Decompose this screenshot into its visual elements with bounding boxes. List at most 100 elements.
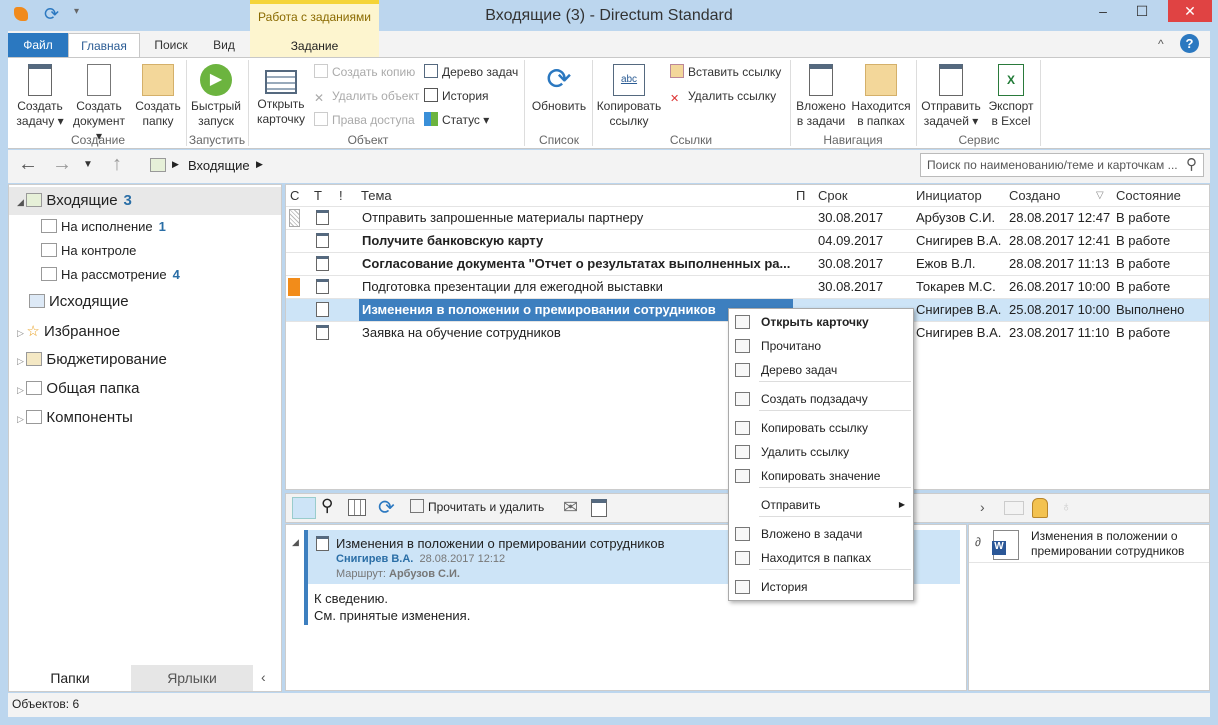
menu-item-label: Дерево задач xyxy=(761,363,838,377)
column-header-importance[interactable]: ! xyxy=(339,185,343,206)
preview-date: 28.08.2017 12:12 xyxy=(419,553,506,565)
menu-item-delete-link[interactable]: Удалить ссылку xyxy=(729,440,913,464)
menu-item-create-subtask[interactable]: Создать подзадачу xyxy=(729,387,913,411)
menu-item-task-tree[interactable]: Дерево задач xyxy=(729,358,913,382)
collapse-triangle-icon[interactable]: ◢ xyxy=(292,537,299,548)
tree-item-inbox[interactable]: ◢ Входящие 3 xyxy=(17,192,132,209)
folder-search-icon xyxy=(735,551,750,565)
table-row[interactable]: Подготовка презентации для ежегодной выс… xyxy=(286,275,1209,298)
column-header-type[interactable]: Т xyxy=(314,185,322,206)
close-button[interactable]: ✕ xyxy=(1168,0,1212,22)
menu-item-attached-to-tasks[interactable]: Вложено в задачи xyxy=(729,522,913,546)
in-folders-button[interactable]: Находится в папках xyxy=(850,64,912,129)
column-header-state-text[interactable]: Состояние xyxy=(1116,185,1181,206)
collapse-pane-icon[interactable]: ‹ xyxy=(261,669,266,685)
title-bar: ⟳ ▾ Входящие (3) - Directum Standard – ☐… xyxy=(0,0,1218,31)
copy-link-button[interactable]: abc Копировать ссылку xyxy=(596,64,662,129)
breadcrumb-arrow[interactable]: ▶ xyxy=(256,159,263,170)
access-rights-label: Права доступа xyxy=(332,113,415,127)
navigation-bar: ← → ▼ ↑ ▶ Входящие ▶ Поиск по наименован… xyxy=(8,150,1210,183)
attached-to-tasks-button[interactable]: Вложено в задачи xyxy=(794,64,848,129)
task-tree-button[interactable]: Дерево задач xyxy=(424,62,518,82)
tree-label: Общая папка xyxy=(46,380,140,397)
menu-item-send[interactable]: Отправить ▶ xyxy=(729,493,913,517)
tree-item-shared-folder[interactable]: ▷ Общая папка xyxy=(17,380,139,397)
table-row[interactable]: Согласование документа "Отчет о результа… xyxy=(286,252,1209,275)
minimize-button[interactable]: – xyxy=(1085,0,1121,22)
back-arrow-icon[interactable]: ← xyxy=(18,153,38,176)
table-row[interactable]: Получите банковскую карту 04.09.2017 Сниги… xyxy=(286,229,1209,252)
tree-item-outbox[interactable]: Исходящие xyxy=(29,293,129,310)
column-header-created[interactable]: Создано xyxy=(1009,185,1060,206)
tree-item-favorites[interactable]: ▷ ☆ Избранное xyxy=(17,322,120,340)
envelope-read-icon xyxy=(735,339,750,353)
copy-value-icon xyxy=(735,469,750,483)
tab-folders[interactable]: Папки xyxy=(9,665,131,691)
expand-chevron-icon[interactable]: › xyxy=(980,499,985,515)
tree-item-budgeting[interactable]: ▷ Бюджетирование xyxy=(17,351,167,368)
status-button[interactable]: Статус ▾ xyxy=(424,110,489,130)
menu-item-history[interactable]: История xyxy=(729,575,913,599)
collapse-ribbon-button[interactable]: ^ xyxy=(1158,37,1164,51)
menu-item-mark-read[interactable]: Прочитано xyxy=(729,334,913,358)
tab-home[interactable]: Главная xyxy=(68,33,140,58)
delete-link-button[interactable]: ✕ Удалить ссылку xyxy=(670,86,776,106)
column-header-initiator[interactable]: Инициатор xyxy=(916,185,982,206)
tree-item-components[interactable]: ▷ Компоненты xyxy=(17,409,133,426)
tree-item-on-control[interactable]: На контроле xyxy=(41,243,136,258)
tab-file[interactable]: Файл xyxy=(8,33,68,58)
tree-item-for-review[interactable]: На рассмотрение 4 xyxy=(41,267,180,282)
column-header-subject[interactable]: Тема xyxy=(361,185,392,206)
create-task-label: Создать задачу xyxy=(16,99,63,128)
refresh-button[interactable]: ⟳ Обновить xyxy=(528,64,590,114)
menu-item-in-folders[interactable]: Находится в папках xyxy=(729,546,913,570)
left-pane-tabs: Папки Ярлыки ‹ xyxy=(9,665,281,691)
tree-item-for-execution[interactable]: На исполнение 1 xyxy=(41,219,166,234)
preview-author[interactable]: Снигирев В.А. xyxy=(336,553,413,565)
tab-search[interactable]: Поиск xyxy=(146,33,196,58)
folder-icon xyxy=(142,64,174,96)
help-icon[interactable]: ? xyxy=(1180,34,1199,53)
create-task-button[interactable]: Создать задачу ▾ xyxy=(12,64,68,129)
maximize-button[interactable]: ☐ xyxy=(1124,0,1160,22)
up-arrow-icon[interactable]: ↑ xyxy=(112,153,122,176)
tab-shortcuts[interactable]: Ярлыки xyxy=(131,665,253,691)
table-view-icon[interactable] xyxy=(348,499,366,516)
open-card-button[interactable]: Открыть карточку xyxy=(252,64,310,127)
search-icon[interactable]: ⚲ xyxy=(1186,155,1197,173)
forward-task-icon[interactable] xyxy=(591,499,607,517)
history-button[interactable]: История xyxy=(424,86,489,106)
create-folder-button[interactable]: Создать папку xyxy=(132,64,184,129)
breadcrumb-inbox[interactable]: Входящие xyxy=(188,158,250,173)
read-and-delete-button[interactable]: Прочитать и удалить xyxy=(410,499,544,514)
menu-item-open-card[interactable]: Открыть карточку xyxy=(729,310,913,334)
tree-icon xyxy=(735,363,750,377)
lock-icon[interactable] xyxy=(1032,498,1048,518)
paste-link-button[interactable]: Вставить ссылку xyxy=(670,62,781,82)
tab-view[interactable]: Вид xyxy=(204,33,244,58)
create-document-button[interactable]: Создать документ ▾ xyxy=(70,64,128,144)
menu-item-copy-value[interactable]: Копировать значение xyxy=(729,464,913,488)
access-rights-button[interactable]: Права доступа xyxy=(314,110,415,130)
search-input[interactable]: Поиск по наименованию/теме и карточкам .… xyxy=(920,153,1204,177)
column-header-attachment[interactable]: П xyxy=(796,185,805,206)
table-row[interactable]: Отправить запрошенные материалы партнеру… xyxy=(286,206,1209,229)
cell-state: В работе xyxy=(1116,210,1171,225)
cell-due: 30.08.2017 xyxy=(818,256,884,271)
quick-run-button[interactable]: ▶ Быстрый запуск xyxy=(188,64,244,129)
column-header-state[interactable]: С xyxy=(290,185,299,206)
refresh-icon[interactable]: ⟳ xyxy=(378,495,395,520)
delete-object-button[interactable]: ✕ Удалить объект xyxy=(314,86,419,106)
column-header-due[interactable]: Срок xyxy=(818,185,848,206)
tab-task[interactable]: Задание xyxy=(250,39,379,53)
envelope-open-icon[interactable]: ✉ xyxy=(563,497,578,518)
menu-item-copy-link[interactable]: Копировать ссылку xyxy=(729,416,913,440)
history-dropdown-icon[interactable]: ▼ xyxy=(83,159,93,170)
attachment-item[interactable]: ∂ W Изменения в положении о премировании… xyxy=(969,525,1209,563)
forward-arrow-icon[interactable]: → xyxy=(52,153,72,176)
send-as-task-button[interactable]: Отправить задачей ▾ xyxy=(920,64,982,129)
search-icon[interactable]: ⚲ xyxy=(321,496,333,516)
create-copy-button[interactable]: Создать копию xyxy=(314,62,415,82)
tree-view-icon[interactable] xyxy=(292,497,316,519)
export-excel-button[interactable]: X Экспорт в Excel xyxy=(984,64,1038,129)
